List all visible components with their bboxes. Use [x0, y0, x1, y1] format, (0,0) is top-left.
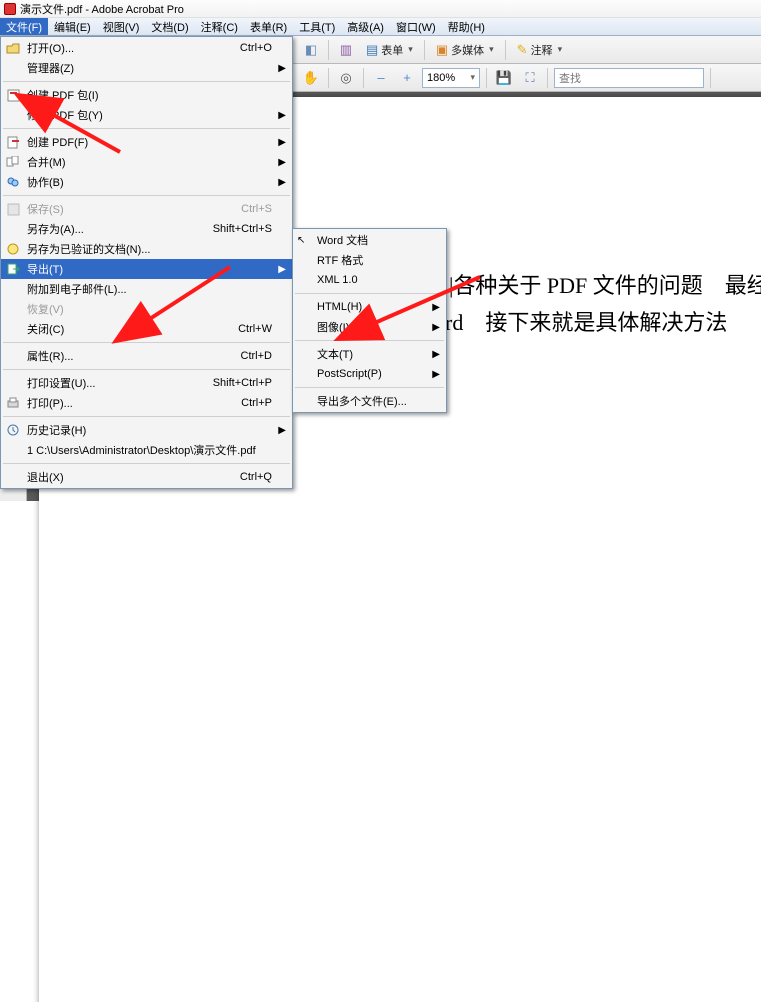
- submenu-arrow-icon: ▶: [432, 322, 440, 333]
- title-bar: 演示文件.pdf - Adobe Acrobat Pro: [0, 0, 761, 18]
- comment-icon: ✎: [517, 43, 528, 56]
- search-placeholder: 查找: [559, 70, 581, 86]
- open-icon: [5, 40, 21, 56]
- menu-item-recent-1[interactable]: 1 C:\Users\Administrator\Desktop\演示文件.pd…: [1, 440, 292, 460]
- save-icon: [5, 201, 21, 217]
- submenu-arrow-icon: ▶: [432, 349, 440, 360]
- pdf-file-icon: [4, 3, 16, 15]
- submenu-item-postscript[interactable]: PostScript(P)▶: [293, 364, 446, 384]
- submenu-item-rtf[interactable]: RTF 格式: [293, 250, 446, 270]
- menu-window[interactable]: 窗口(W): [390, 18, 442, 35]
- package-icon: [5, 87, 21, 103]
- menu-item-print-setup[interactable]: 打印设置(U)... Shift+Ctrl+P: [1, 373, 292, 393]
- toolbar-btn-form[interactable]: ▤ 表单: [361, 39, 418, 61]
- submenu-item-export-multiple[interactable]: 导出多个文件(E)...: [293, 391, 446, 411]
- submenu-arrow-icon: ▶: [432, 369, 440, 380]
- hand-icon: ✋: [303, 71, 319, 84]
- submenu-arrow-icon: ▶: [278, 137, 286, 148]
- menu-item-save[interactable]: 保存(S) Ctrl+S: [1, 199, 292, 219]
- doc-text-line2: ord 接下来就是具体解决方法: [434, 304, 761, 341]
- menu-item-create-pdf-package[interactable]: 创建 PDF 包(I): [1, 85, 292, 105]
- menu-edit[interactable]: 编辑(E): [48, 18, 97, 35]
- menu-item-close[interactable]: 关闭(C) Ctrl+W: [1, 319, 292, 339]
- search-input[interactable]: 查找: [554, 68, 704, 88]
- submenu-arrow-icon: ▶: [278, 425, 286, 436]
- history-icon: [5, 422, 21, 438]
- zoom-out[interactable]: –: [370, 67, 392, 89]
- menu-item-exit[interactable]: 退出(X) Ctrl+Q: [1, 467, 292, 487]
- export-icon: [5, 261, 21, 277]
- menu-item-properties[interactable]: 属性(R)... Ctrl+D: [1, 346, 292, 366]
- toolbar-btn-page[interactable]: ▥: [335, 39, 357, 61]
- menu-item-revert[interactable]: 恢复(V): [1, 299, 292, 319]
- multimedia-icon: ▣: [436, 43, 448, 56]
- loupe-icon: ◎: [340, 71, 351, 84]
- menu-item-combine[interactable]: 合并(M) ▶: [1, 152, 292, 172]
- menu-item-history[interactable]: 历史记录(H) ▶: [1, 420, 292, 440]
- combine-icon: [5, 154, 21, 170]
- menu-tools[interactable]: 工具(T): [293, 18, 341, 35]
- menu-advanced[interactable]: 高级(A): [341, 18, 390, 35]
- menu-item-create-pdf[interactable]: 创建 PDF(F) ▶: [1, 132, 292, 152]
- toolbar-form-label: 表单: [381, 42, 403, 58]
- submenu-arrow-icon: ▶: [278, 177, 286, 188]
- minus-icon: –: [377, 71, 384, 84]
- certified-icon: [5, 241, 21, 257]
- zoom-input[interactable]: 180%▾: [422, 68, 480, 88]
- create-pdf-icon: [5, 134, 21, 150]
- menu-item-collaborate[interactable]: 协作(B) ▶: [1, 172, 292, 192]
- print-icon: [5, 395, 21, 411]
- form-icon: ▤: [366, 43, 378, 56]
- submenu-arrow-icon: ▶: [278, 110, 286, 121]
- floppy-icon: 💾: [496, 71, 512, 84]
- export-submenu: ↖ Word 文档 RTF 格式 XML 1.0 HTML(H)▶ 图像(I)▶…: [292, 228, 447, 413]
- fit-icon: ⛶: [525, 71, 534, 84]
- menu-item-open[interactable]: 打开(O)... Ctrl+O: [1, 38, 292, 58]
- zoom-value: 180%: [427, 72, 455, 84]
- menu-view[interactable]: 视图(V): [97, 18, 146, 35]
- doc-text-line1: |各种关于 PDF 文件的问题 最经: [449, 267, 761, 304]
- menu-file[interactable]: 文件(F): [0, 18, 48, 35]
- submenu-arrow-icon: ▶: [278, 264, 286, 275]
- menu-bar: 文件(F) 编辑(E) 视图(V) 文档(D) 注释(C) 表单(R) 工具(T…: [0, 18, 761, 36]
- menu-item-print[interactable]: 打印(P)... Ctrl+P: [1, 393, 292, 413]
- fit-page-btn[interactable]: ⛶: [519, 67, 541, 89]
- menu-item-save-as[interactable]: 另存为(A)... Shift+Ctrl+S: [1, 219, 292, 239]
- menu-document[interactable]: 文档(D): [145, 18, 194, 35]
- submenu-arrow-icon: ▶: [278, 63, 286, 74]
- menu-item-save-certified[interactable]: 另存为已验证的文档(N)...: [1, 239, 292, 259]
- toolbar-btn-multimedia[interactable]: ▣ 多媒体: [431, 39, 499, 61]
- loupe-tool[interactable]: ◎: [335, 67, 357, 89]
- toolbar-comment-label: 注释: [531, 42, 553, 58]
- menu-item-attach-email[interactable]: 附加到电子邮件(L)...: [1, 279, 292, 299]
- menu-comment[interactable]: 注释(C): [195, 18, 244, 35]
- menu-form[interactable]: 表单(R): [244, 18, 293, 35]
- menu-help[interactable]: 帮助(H): [442, 18, 491, 35]
- submenu-item-html[interactable]: HTML(H)▶: [293, 297, 446, 317]
- save-btn[interactable]: 💾: [493, 67, 515, 89]
- submenu-arrow-icon: ▶: [432, 302, 440, 313]
- plus-icon: +: [403, 71, 411, 84]
- submenu-item-word[interactable]: ↖ Word 文档: [293, 230, 446, 250]
- submenu-item-text[interactable]: 文本(T)▶: [293, 344, 446, 364]
- page-icon: ▥: [340, 43, 352, 56]
- toolbar-btn-comment[interactable]: ✎ 注释: [512, 39, 567, 61]
- collaborate-icon: [5, 174, 21, 190]
- cursor-icon: ↖: [297, 235, 305, 246]
- toolbar-btn-unknown1[interactable]: ◧: [300, 39, 322, 61]
- generic-tool-icon: ◧: [305, 43, 317, 56]
- file-menu-dropdown: 打开(O)... Ctrl+O 管理器(Z) ▶ 创建 PDF 包(I) 修改 …: [0, 36, 293, 489]
- hand-tool[interactable]: ✋: [300, 67, 322, 89]
- menu-item-modify-pdf-package[interactable]: 修改 PDF 包(Y) ▶: [1, 105, 292, 125]
- submenu-item-xml[interactable]: XML 1.0: [293, 270, 446, 290]
- submenu-arrow-icon: ▶: [278, 157, 286, 168]
- menu-item-export[interactable]: 导出(T) ▶: [1, 259, 292, 279]
- zoom-in[interactable]: +: [396, 67, 418, 89]
- menu-item-organizer[interactable]: 管理器(Z) ▶: [1, 58, 292, 78]
- window-title: 演示文件.pdf - Adobe Acrobat Pro: [20, 1, 184, 17]
- toolbar-multimedia-label: 多媒体: [451, 42, 484, 58]
- submenu-item-image[interactable]: 图像(I)▶: [293, 317, 446, 337]
